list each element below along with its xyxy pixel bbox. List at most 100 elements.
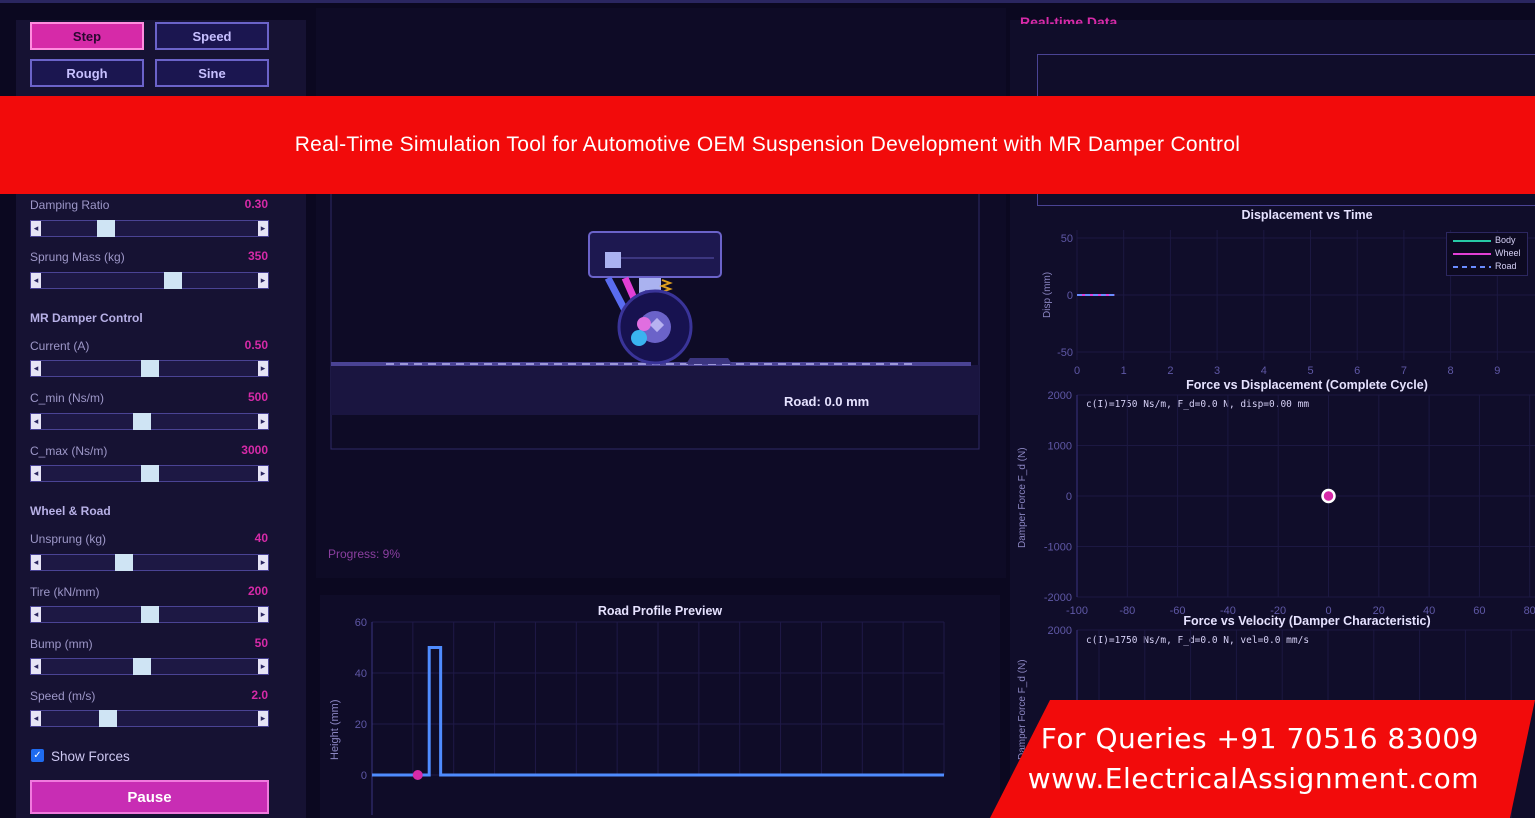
chevron-right-icon[interactable]: ▸ [258,414,268,429]
slider-thumb[interactable] [114,554,133,571]
road-height-label: Road: 0.0 mm [784,394,869,409]
pause-button[interactable]: Pause [30,780,269,814]
contact-website: www.ElectricalAssignment.com [1027,762,1479,795]
mode-speed-button[interactable]: Speed [155,22,269,50]
tire-value: 200 [247,584,268,598]
chevron-right-icon[interactable]: ▸ [258,273,268,288]
x-tick: 0 [1074,365,1080,377]
y-tick: 50 [1061,233,1073,245]
y-tick: 0 [361,770,367,782]
chevron-right-icon[interactable]: ▸ [258,659,268,674]
slider-thumb[interactable] [164,272,183,289]
show-forces-checkbox[interactable]: ✓ [31,749,44,762]
tire-slider[interactable]: ◂ ▸ [30,606,269,623]
x-tick: 7 [1401,365,1407,377]
bump-value: 50 [254,636,268,650]
y-tick: 0 [1066,491,1072,503]
y-tick: 60 [355,617,367,629]
current-point [1321,488,1336,504]
current-slider[interactable]: ◂ ▸ [30,360,269,377]
x-tick: 9 [1494,365,1500,377]
y-tick: 2000 [1048,390,1072,402]
chevron-right-icon[interactable]: ▸ [258,466,268,481]
current-label: Current (A) [30,339,90,353]
show-forces-label[interactable]: Show Forces [51,749,130,764]
chevron-right-icon[interactable]: ▸ [258,221,268,236]
x-tick: 2 [1167,365,1173,377]
x-tick: 3 [1214,365,1220,377]
x-tick: 5 [1307,365,1313,377]
mode-step-button[interactable]: Step [30,22,144,50]
legend-body: Body [1495,235,1516,245]
y-tick: 20 [355,719,367,731]
damping-ratio-label: Damping Ratio [30,198,110,212]
mode-sine-button[interactable]: Sine [155,59,269,87]
disp-legend: Body Wheel Road [1446,232,1528,276]
cmin-slider[interactable]: ◂ ▸ [30,413,269,430]
slider-thumb[interactable] [98,710,117,727]
mr-damper-section-title: MR Damper Control [30,311,143,325]
bump-slider[interactable]: ◂ ▸ [30,658,269,675]
slider-thumb[interactable] [132,413,151,430]
slider-thumb[interactable] [140,360,159,377]
chevron-left-icon[interactable]: ◂ [31,711,41,726]
y-tick: 1000 [1048,441,1072,453]
tire-label: Tire (kN/mm) [30,585,100,599]
slider-thumb[interactable] [132,658,151,675]
contact-phone: For Queries +91 70516 83009 [1040,722,1479,755]
cmin-value: 500 [247,390,268,404]
y-tick: -1000 [1044,542,1072,554]
bump-label: Bump (mm) [30,637,93,651]
cmax-slider[interactable]: ◂ ▸ [30,465,269,482]
y-tick: -2000 [1044,592,1072,604]
road-profile-chart: Road Profile Preview Height (mm) 0 20 40 60 [320,595,1000,818]
x-tick: 8 [1448,365,1454,377]
top-border [0,0,1535,3]
contact-overlay: For Queries +91 70516 83009 www.Electric… [990,700,1535,818]
chevron-right-icon[interactable]: ▸ [258,361,268,376]
chevron-right-icon[interactable]: ▸ [258,555,268,570]
chevron-right-icon[interactable]: ▸ [258,711,268,726]
road-profile-plot: 0 20 40 60 [355,617,945,815]
cmin-label: C_min (Ns/m) [30,391,104,405]
y-tick: 2000 [1048,625,1072,637]
sprung-mass-slider[interactable]: ◂ ▸ [30,272,269,289]
y-tick: 0 [1067,290,1073,302]
chevron-left-icon[interactable]: ◂ [31,607,41,622]
mode-rough-button[interactable]: Rough [30,59,144,87]
y-tick: 40 [355,668,367,680]
unsprung-slider[interactable]: ◂ ▸ [30,554,269,571]
damping-ratio-value: 0.30 [244,197,268,211]
title-banner: Real-Time Simulation Tool for Automotive… [0,96,1535,194]
banner-text: Real-Time Simulation Tool for Automotive… [294,133,1241,156]
chevron-left-icon[interactable]: ◂ [31,466,41,481]
chevron-left-icon[interactable]: ◂ [31,361,41,376]
wheel-icon [617,289,693,365]
slider-thumb[interactable] [96,220,115,237]
fd-plot: -100 -80 -60 -40 -20 0 20 40 60 80200010000-1000-… [1044,390,1535,617]
legend-wheel: Wheel [1495,248,1521,258]
progress-label: Progress: 9% [328,547,401,561]
speed-slider[interactable]: ◂ ▸ [30,710,269,727]
chevron-left-icon[interactable]: ◂ [31,221,41,236]
sprung-mass-label: Sprung Mass (kg) [30,250,125,264]
unsprung-label: Unsprung (kg) [30,532,107,546]
chevron-left-icon[interactable]: ◂ [31,659,41,674]
x-tick: 6 [1354,365,1360,377]
realtime-header-clip: Real-time Data [1020,10,1220,24]
unsprung-value: 40 [254,531,268,545]
speed-label: Speed (m/s) [30,689,96,703]
chevron-right-icon[interactable]: ▸ [258,607,268,622]
sprung-mass-value: 350 [247,249,268,263]
contact-overlay-shape [990,700,1535,818]
legend-road: Road [1495,261,1517,271]
disp-chart-title: Displacement vs Time [1241,208,1373,222]
cmax-label: C_max (Ns/m) [30,444,108,458]
chevron-left-icon[interactable]: ◂ [31,555,41,570]
x-tick: 4 [1261,365,1267,377]
slider-thumb[interactable] [140,606,159,623]
chevron-left-icon[interactable]: ◂ [31,414,41,429]
chevron-left-icon[interactable]: ◂ [31,273,41,288]
damping-ratio-slider[interactable]: ◂ ▸ [30,220,269,237]
slider-thumb[interactable] [140,465,159,482]
